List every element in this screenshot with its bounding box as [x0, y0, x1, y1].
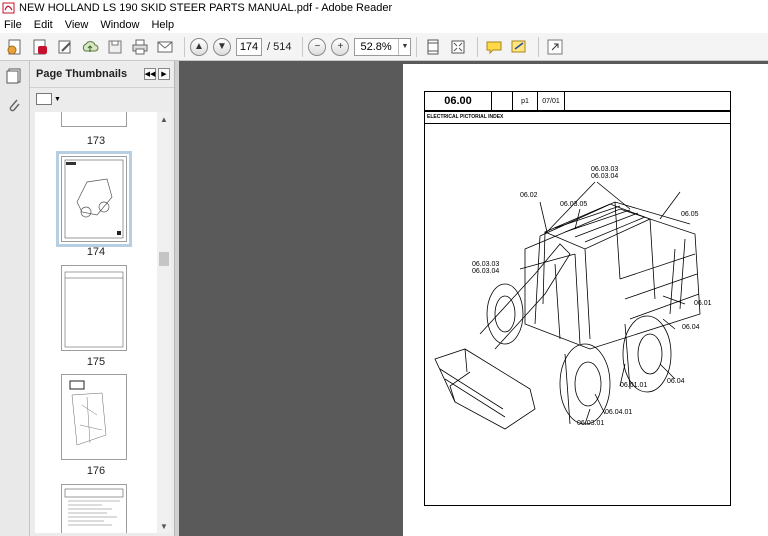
thumbnail-page[interactable] — [61, 265, 127, 351]
menu-file[interactable]: File — [4, 19, 22, 31]
thumbnail-options[interactable]: ▼ — [30, 88, 174, 110]
thumbnail-label: 173 — [86, 135, 106, 147]
callout-label: 06.04.01 — [605, 409, 633, 416]
page-subtitle: ELECTRICAL PICTORIAL INDEX — [425, 112, 730, 124]
chevron-down-icon[interactable]: ▼ — [398, 38, 410, 55]
expand-icon[interactable] — [544, 36, 566, 58]
section-code: 06.00 — [425, 92, 492, 110]
fit-page-icon[interactable] — [422, 36, 444, 58]
toolbar-separator — [538, 36, 540, 57]
menu-window[interactable]: Window — [100, 19, 139, 31]
previous-page-icon[interactable]: ▲ — [190, 37, 208, 56]
attachments-icon[interactable] — [6, 97, 23, 114]
thumbnail-list: 173 174 175 176 — [35, 112, 157, 533]
menu-edit[interactable]: Edit — [34, 19, 53, 31]
zoom-in-icon[interactable]: + — [331, 37, 350, 56]
page-total: / 514 — [267, 40, 292, 53]
callout-label: 06.03.03 — [591, 166, 619, 173]
pdf-page: 06.00 p1 07/01 ELECTRICAL PICTORIAL INDE… — [403, 64, 768, 536]
diagram-frame: ELECTRICAL PICTORIAL INDEX 06.03.03 06.0… — [424, 111, 731, 506]
callout-label: 06.01.01 — [620, 382, 648, 389]
thumbnail-page-selected[interactable] — [56, 151, 132, 247]
callout-label: 06.03.01 — [577, 420, 605, 427]
chevron-down-icon[interactable]: ▼ — [54, 96, 61, 103]
zoom-out-icon[interactable]: − — [308, 37, 327, 56]
scroll-thumb[interactable] — [159, 252, 169, 266]
page-header: 06.00 p1 07/01 — [424, 91, 731, 111]
print-icon[interactable] — [129, 36, 151, 58]
toolbar-separator — [184, 36, 185, 57]
thumbnail-page[interactable] — [61, 374, 127, 460]
save-icon[interactable] — [104, 36, 126, 58]
window-title: NEW HOLLAND LS 190 SKID STEER PARTS MANU… — [19, 2, 393, 14]
thumbnail-label: 175 — [86, 356, 106, 368]
thumbnail-preview — [69, 380, 107, 446]
zoom-select[interactable]: 52.8% ▼ — [354, 37, 412, 56]
thumbnail-scrollbar[interactable]: ▲ ▼ — [157, 112, 171, 533]
skid-steer-illustration — [434, 181, 701, 430]
toolbar: ▲ ▼ 174 / 514 − + 52.8% ▼ — [0, 33, 768, 61]
acrobat-icon[interactable] — [29, 36, 51, 58]
header-empty-cell — [492, 92, 513, 110]
menu-help[interactable]: Help — [151, 19, 174, 31]
comment-icon[interactable] — [483, 36, 505, 58]
email-icon[interactable] — [154, 36, 176, 58]
thumbnail-preview — [64, 488, 124, 526]
panel-close-icon[interactable]: ▶ — [158, 68, 170, 80]
sign-icon[interactable] — [508, 36, 530, 58]
page-number-input[interactable]: 174 — [236, 37, 262, 56]
adobe-reader-icon — [2, 2, 15, 14]
options-menu-icon[interactable] — [36, 93, 52, 105]
menu-bar: File Edit View Window Help — [0, 16, 768, 33]
panel-title: Page Thumbnails — [36, 68, 128, 80]
document-area: 06.00 p1 07/01 ELECTRICAL PICTORIAL INDE… — [179, 61, 768, 536]
cloud-upload-icon[interactable] — [79, 36, 101, 58]
callout-label: 06.05 — [681, 211, 699, 218]
thumbnail-label: 174 — [86, 246, 106, 258]
create-pdf-icon[interactable] — [4, 36, 26, 58]
scroll-down-icon[interactable]: ▼ — [157, 519, 171, 533]
thumbnail-page[interactable] — [61, 112, 127, 127]
callout-label: 06.01 — [694, 300, 712, 307]
page-thumbnails-icon[interactable] — [6, 67, 23, 84]
thumbnails-panel: Page Thumbnails ◀◀ ▶ ▼ 173 174 175 176 — [30, 61, 175, 536]
toolbar-separator — [302, 36, 304, 57]
edit-icon[interactable] — [54, 36, 76, 58]
callout-label: 06.04 — [682, 324, 700, 331]
navigation-rail — [0, 61, 30, 536]
callout-label: 06.03.04 — [472, 268, 500, 275]
thumbnail-page[interactable] — [61, 484, 127, 533]
thumbnail-preview — [64, 159, 124, 239]
callout-label: 06.02 — [520, 192, 538, 199]
next-page-icon[interactable]: ▼ — [213, 37, 231, 56]
thumbnail-label: 176 — [86, 465, 106, 477]
collapse-panel-icon[interactable]: ◀◀ — [144, 68, 156, 80]
callout-label: 06.04 — [667, 378, 685, 385]
zoom-value: 52.8% — [360, 40, 392, 53]
thumbnails-header: Page Thumbnails ◀◀ ▶ — [30, 61, 174, 88]
scroll-up-icon[interactable]: ▲ — [157, 112, 171, 126]
title-bar: NEW HOLLAND LS 190 SKID STEER PARTS MANU… — [0, 0, 768, 16]
toolbar-separator — [477, 36, 479, 57]
callout-label: 06.03.03 — [472, 261, 500, 268]
callout-label: 06.03.04 — [591, 173, 619, 180]
page-ref: p1 — [513, 92, 538, 110]
toolbar-separator — [416, 36, 418, 57]
thumbnail-preview — [64, 271, 124, 348]
callout-label: 06.03.05 — [560, 201, 588, 208]
page-date: 07/01 — [538, 92, 565, 110]
full-screen-icon[interactable] — [447, 36, 469, 58]
menu-view[interactable]: View — [65, 19, 89, 31]
